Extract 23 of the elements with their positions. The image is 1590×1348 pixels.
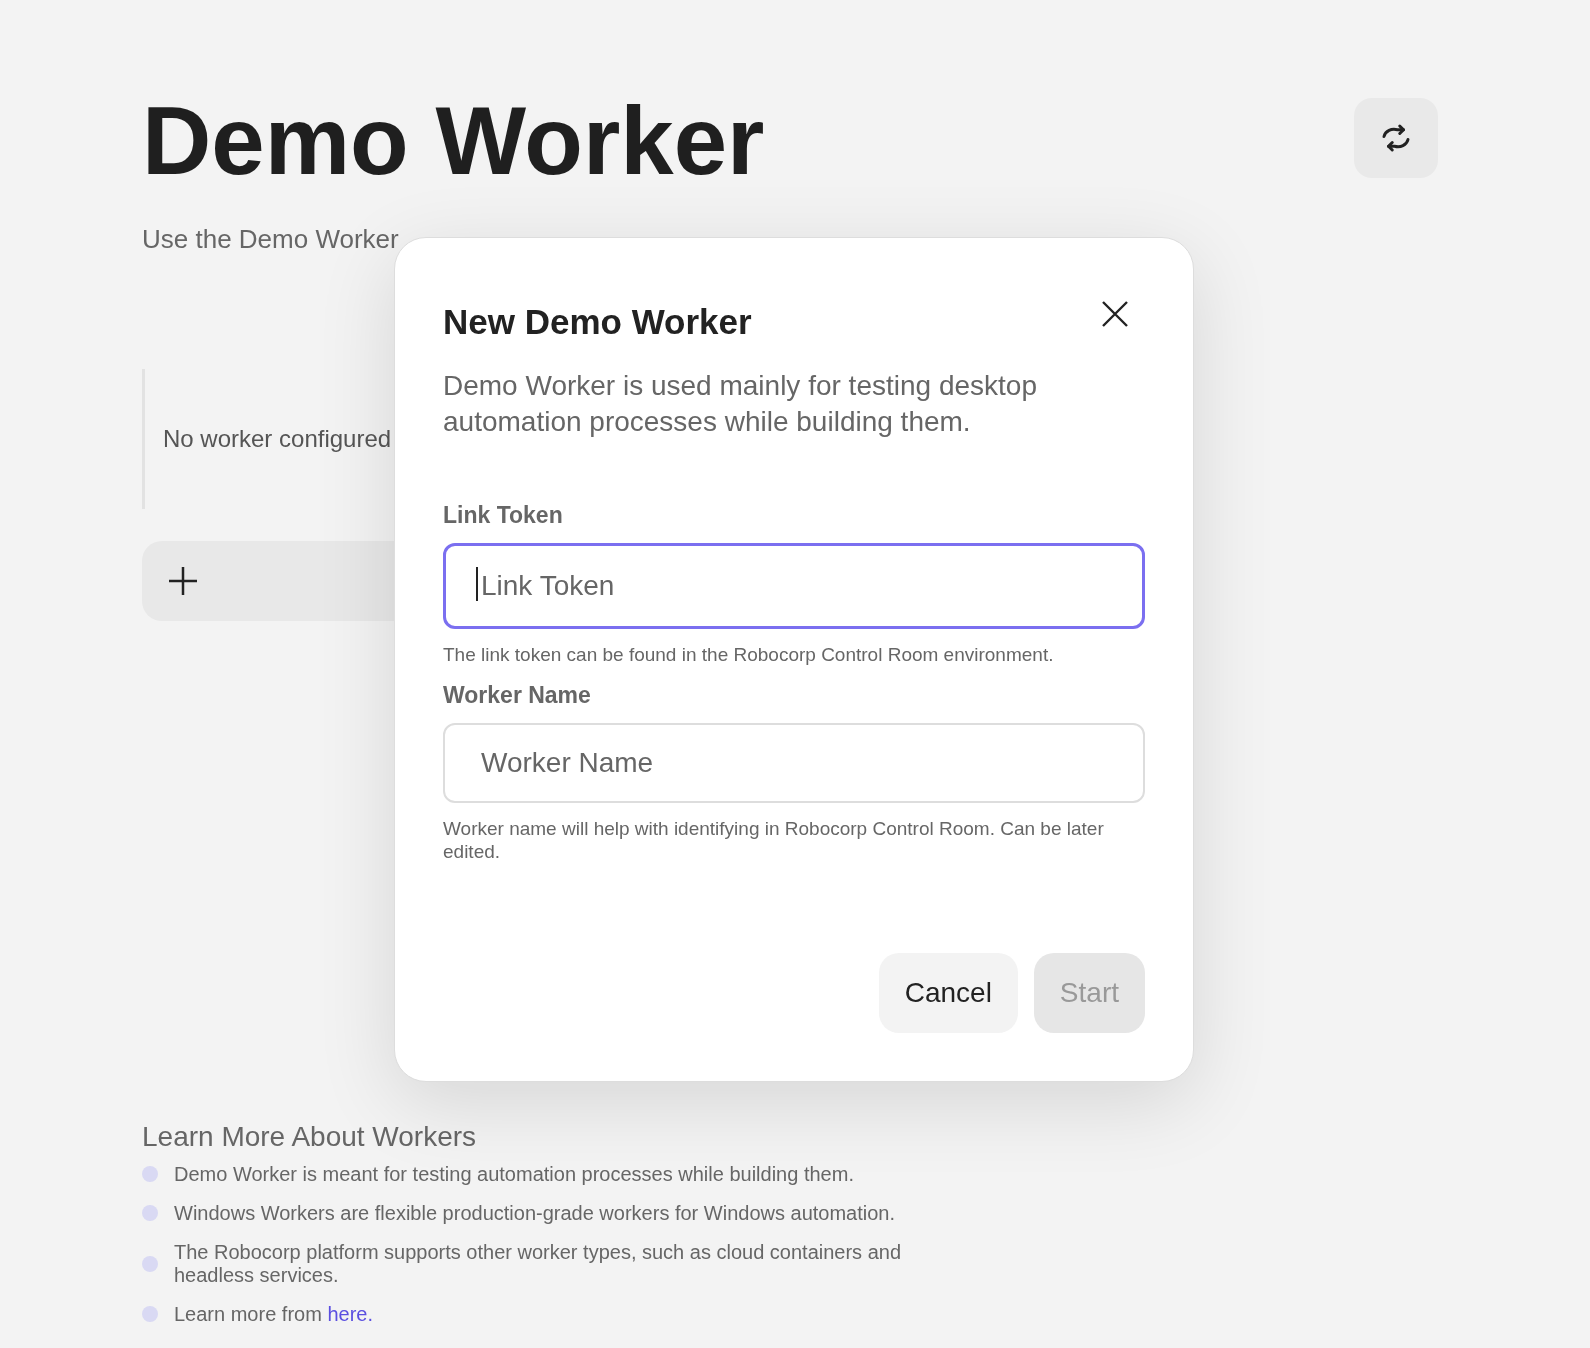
- field-label: Link Token: [443, 502, 564, 529]
- page-title: Demo Worker: [142, 88, 765, 194]
- dialog-description: Demo Worker is used mainly for testing desktop automation processes while building them.: [443, 369, 1038, 439]
- close-icon: [1101, 300, 1129, 328]
- refresh-button[interactable]: [1354, 98, 1438, 178]
- input-field[interactable]: Link Token: [443, 543, 1145, 629]
- list-item-text: Windows Workers are flexible production-grade workers for Windows automation.: [174, 1201, 896, 1225]
- bullet-dot: [142, 1166, 158, 1183]
- bullet-dot: [142, 1306, 158, 1323]
- bullet-dot: [142, 1205, 158, 1222]
- here-link[interactable]: here.: [327, 1302, 373, 1325]
- list-item-text: The Robocorp platform supports other worker types, such as cloud containers and headless services.: [174, 1240, 902, 1287]
- empty-state-text: No worker configured: [163, 424, 392, 453]
- field-help-text: The link token can be found in the Robocorp Control Room environment.: [443, 643, 1055, 666]
- field-help-text: Worker name will help with identifying in Robocorp Control Room. Can be later edited.: [443, 817, 1105, 863]
- cancel-button[interactable]: Cancel: [878, 953, 1018, 1033]
- page-subtitle: Use the Demo Worker: [142, 223, 400, 255]
- field-label: Worker Name: [443, 682, 592, 709]
- bullet-dot: [142, 1255, 158, 1272]
- dialog-title: New Demo Worker: [443, 302, 752, 342]
- section-heading: Learn More About Workers: [142, 1120, 478, 1153]
- list-item-text: Demo Worker is meant for testing automation processes while building them.: [174, 1162, 854, 1186]
- list-item-text: Learn more from here.: [174, 1302, 373, 1326]
